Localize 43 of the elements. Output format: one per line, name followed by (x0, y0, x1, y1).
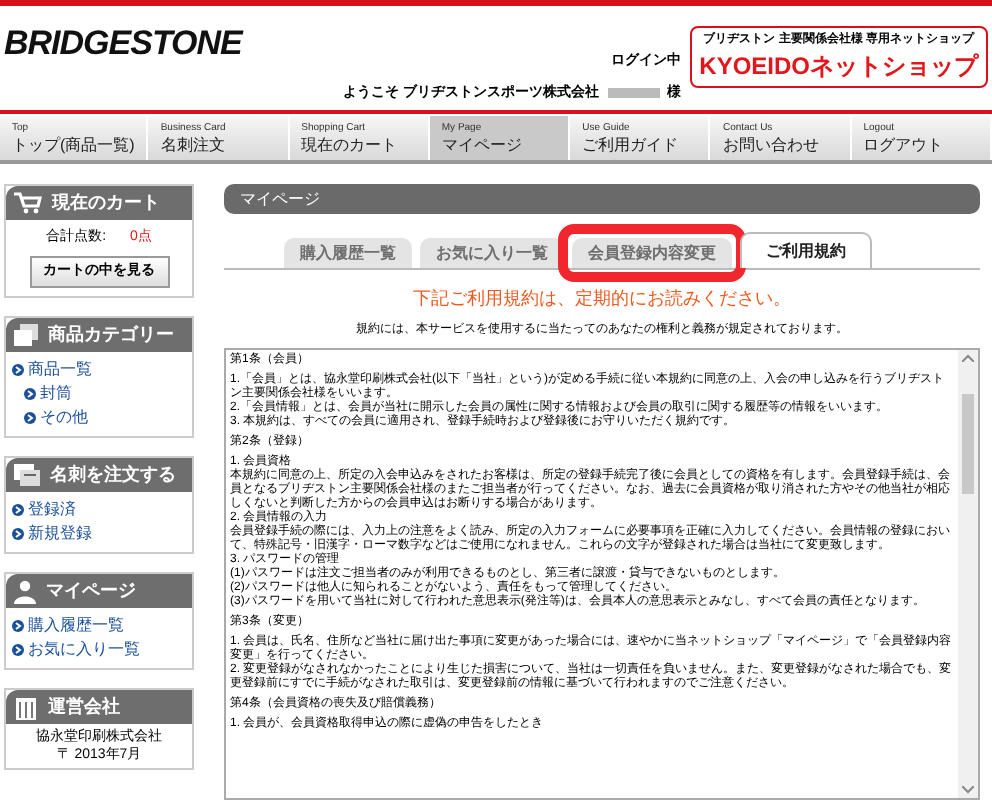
notice-text: 下記ご利用規約は、定期的にお読みください。 (411, 288, 793, 310)
sidebar-link[interactable]: 商品一覧 (28, 360, 92, 380)
sidebar-link[interactable]: お気に入り一覧 (28, 640, 140, 660)
nav-label: お問い合わせ (722, 133, 821, 155)
sidebar-title: マイページ (46, 580, 136, 602)
nav-label: マイページ (441, 133, 524, 155)
sidebar-link[interactable]: 新規登録 (28, 524, 92, 544)
content-tab[interactable]: ご利用規約 (740, 232, 872, 268)
building-icon (14, 695, 38, 719)
scroll-up-icon (962, 354, 974, 362)
sidebar-title: 現在のカート (52, 192, 160, 214)
nav-label: トップ(商品一覧) (12, 133, 135, 155)
nav-label: ご利用ガイド (582, 133, 681, 155)
bullet-icon (12, 644, 24, 656)
bullet-icon (12, 364, 24, 376)
bullet-icon (12, 504, 24, 516)
sidebar-link[interactable]: 登録済 (28, 500, 76, 520)
card-icon (14, 464, 40, 486)
page-title: マイページ (240, 187, 320, 211)
cart-icon (14, 192, 42, 214)
shop-name: KYOEIDOネットショップ (699, 50, 978, 82)
brand-logo: BRIDGESTONE (4, 26, 242, 60)
bullet-icon (24, 388, 36, 400)
bullet-icon (12, 620, 24, 632)
redacted-name (607, 88, 660, 98)
nav-label: 現在のカート (301, 133, 400, 155)
bullet-icon (24, 412, 36, 424)
sidebar-title: 運営会社 (48, 696, 120, 718)
user-icon (14, 579, 36, 603)
nav-label: ログアウト (863, 133, 946, 155)
scroll-thumb[interactable] (962, 394, 974, 494)
sidebar-title: 名刺を注文する (50, 464, 176, 486)
window-icon (14, 324, 38, 346)
content-tab[interactable]: お気に入り一覧 (420, 238, 564, 268)
content-tab[interactable]: 購入履歴一覧 (284, 238, 412, 268)
sidebar-title: 商品カテゴリー (48, 324, 174, 346)
sidebar-link[interactable]: 封筒 (40, 384, 72, 404)
bullet-icon (12, 528, 24, 540)
content-tab[interactable]: 会員登録内容変更 (572, 238, 732, 268)
sidebar-link[interactable]: 購入履歴一覧 (28, 616, 124, 636)
scroll-down-icon (962, 786, 974, 794)
sidebar-link[interactable]: その他 (40, 408, 88, 428)
nav-label: 名刺注文 (160, 133, 227, 155)
